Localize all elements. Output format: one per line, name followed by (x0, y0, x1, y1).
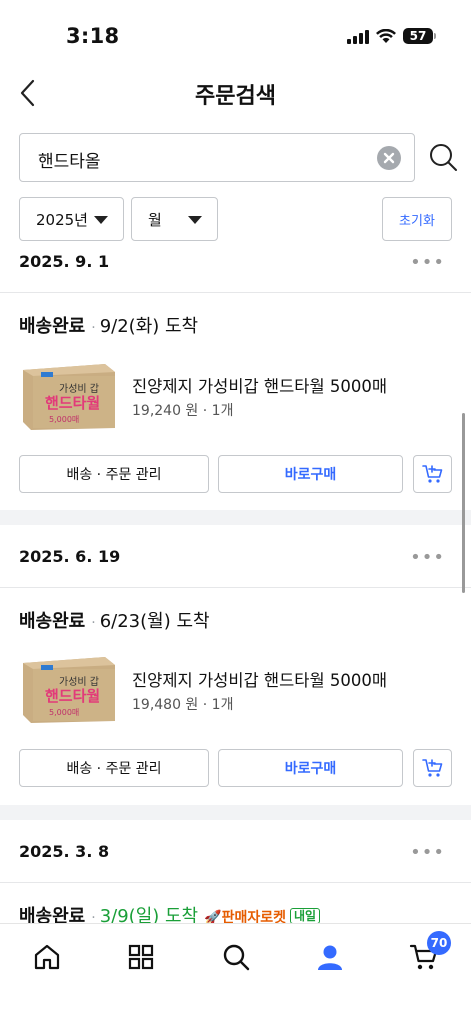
home-icon[interactable] (32, 942, 62, 972)
reset-button[interactable]: 초기화 (382, 197, 452, 241)
more-icon[interactable]: ••• (410, 254, 445, 272)
delivery-status: 배송완료 · 9/2(화) 도착 (19, 316, 199, 337)
month-select[interactable]: 월 (131, 197, 218, 241)
caret-down-icon (188, 216, 202, 224)
manage-order-button[interactable]: 배송 · 주문 관리 (19, 455, 209, 493)
search-tab-icon[interactable] (221, 942, 251, 972)
product-price: 19,480 원 · 1개 (132, 697, 234, 713)
add-cart-icon (421, 759, 442, 777)
delivery-status-label: 배송완료 (19, 611, 86, 632)
add-to-cart-button[interactable] (413, 455, 452, 493)
search-icon[interactable] (428, 142, 458, 172)
battery-icon: 57 (403, 28, 436, 44)
product-image-text: 핸드타월 (45, 394, 100, 412)
add-to-cart-button[interactable] (413, 749, 452, 787)
add-cart-icon (421, 465, 442, 483)
tab-bar (0, 923, 471, 1024)
divider (0, 292, 471, 293)
order-card: 2025. 6. 19 ••• 배송완료 · 6/23(월) 도착 가성비 갑 핸드… (0, 525, 471, 805)
product-image-text: 핸드타월 (45, 687, 100, 705)
status-icons: 57 (347, 28, 436, 44)
rocket-icon: 🚀 (204, 910, 222, 923)
clear-icon[interactable] (377, 146, 401, 170)
search-input-value: 핸드타올 (38, 152, 101, 172)
scrollbar[interactable] (462, 413, 465, 593)
order-card: 2025. 9. 1 ••• 배송완료 · 9/2(화) 도착 가성비 갑 핸드타월… (0, 250, 471, 510)
page-title: 주문검색 (195, 84, 276, 109)
order-list[interactable]: 2025. 9. 1 ••• 배송완료 · 9/2(화) 도착 가성비 갑 핸드타월… (0, 250, 471, 923)
cart-count-badge: 70 (427, 931, 451, 955)
arrival-date: 6/23(월) 도착 (99, 611, 210, 632)
divider (0, 882, 471, 883)
manage-order-button[interactable]: 배송 · 주문 관리 (19, 749, 209, 787)
buy-now-button[interactable]: 바로구매 (218, 455, 403, 493)
order-date: 2025. 9. 1 (19, 252, 110, 271)
arrival-date: 3/9(일) 도착 (99, 906, 199, 923)
status-bar: 3:18 57 (0, 0, 471, 70)
order-date: 2025. 6. 19 (19, 547, 121, 566)
product-image-text: 5,000매 (49, 415, 79, 424)
caret-down-icon (94, 216, 108, 224)
my-page-icon[interactable] (315, 942, 345, 972)
product-name[interactable]: 진양제지 가성비갑 핸드타월 5000매 (132, 373, 387, 397)
order-date: 2025. 3. 8 (19, 842, 110, 861)
divider (0, 587, 471, 588)
product-image[interactable]: 가성비 갑 핸드타월 5,000매 (19, 360, 117, 432)
product-image-text: 5,000매 (49, 708, 79, 717)
category-icon[interactable] (126, 942, 156, 972)
tomorrow-badge: 내일 (289, 908, 321, 923)
month-select-value: 월 (148, 210, 162, 229)
year-select-value: 2025년 (36, 210, 88, 229)
product-price: 19,240 원 · 1개 (132, 403, 234, 419)
delivery-status: 배송완료 · 3/9(일) 도착 🚀판매자로켓 내일 (19, 902, 321, 923)
buy-now-button[interactable]: 바로구매 (218, 749, 403, 787)
arrival-date: 9/2(화) 도착 (99, 316, 199, 337)
header: 주문검색 (0, 70, 471, 120)
product-image[interactable]: 가성비 갑 핸드타월 5,000매 (19, 653, 117, 725)
rocket-badge: 🚀판매자로켓 (204, 910, 286, 923)
more-icon[interactable]: ••• (410, 549, 445, 567)
delivery-status-label: 배송완료 (19, 906, 86, 923)
status-time: 3:18 (66, 24, 120, 48)
delivery-status-label: 배송완료 (19, 316, 86, 337)
year-select[interactable]: 2025년 (19, 197, 124, 241)
order-card: 2025. 3. 8 ••• 배송완료 · 3/9(일) 도착 🚀판매자로켓 내일 (0, 820, 471, 923)
rocket-badge-label: 판매자로켓 (221, 910, 286, 923)
signal-icon (347, 29, 369, 44)
search-input[interactable]: 핸드타올 (19, 133, 415, 182)
delivery-status: 배송완료 · 6/23(월) 도착 (19, 611, 210, 632)
product-name[interactable]: 진양제지 가성비갑 핸드타월 5000매 (132, 667, 387, 691)
more-icon[interactable]: ••• (410, 844, 445, 862)
wifi-icon (376, 28, 396, 43)
